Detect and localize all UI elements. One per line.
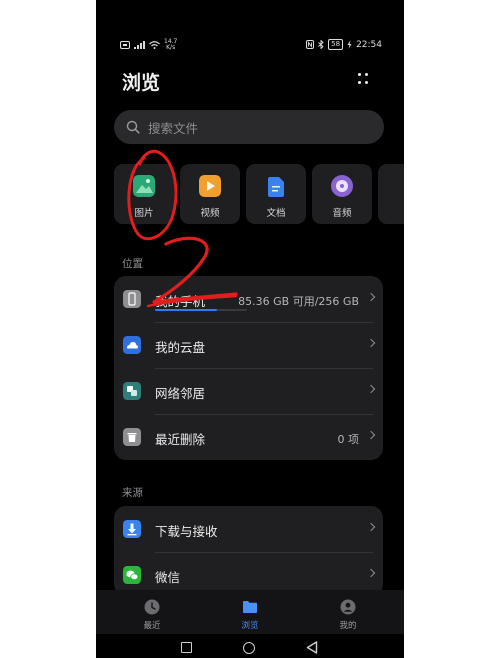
- sources-section-title: 来源: [122, 487, 143, 499]
- location-recently-deleted[interactable]: 最近删除 0 项: [114, 414, 383, 460]
- deleted-count: 0 项: [337, 433, 360, 446]
- locations-section-title: 位置: [122, 258, 143, 270]
- chevron-right-icon: [366, 430, 376, 440]
- nfc-icon: [306, 40, 315, 49]
- location-network-neighbors[interactable]: 网络邻居: [114, 368, 383, 414]
- clock-time: 22:54: [356, 39, 382, 50]
- tab-recent-label: 最近: [143, 621, 161, 631]
- category-audio[interactable]: 音频: [312, 164, 372, 224]
- category-audio-label: 音频: [332, 208, 352, 219]
- back-button[interactable]: [306, 641, 318, 654]
- chevron-right-icon: [366, 338, 376, 348]
- bluetooth-icon: [318, 40, 324, 49]
- search-placeholder: 搜索文件: [148, 120, 199, 136]
- storage-progress-fill: [155, 309, 217, 311]
- source-wechat-label: 微信: [155, 570, 181, 585]
- video-icon: [199, 175, 221, 197]
- storage-value: 85.36 GB 可用/256 GB: [238, 295, 359, 308]
- tab-recent[interactable]: 最近: [112, 590, 192, 634]
- category-videos[interactable]: 视频: [180, 164, 240, 224]
- network-icon: [123, 382, 141, 400]
- status-bar: 14.7 K/s 58 22:54: [96, 38, 404, 54]
- source-downloads-label: 下载与接收: [155, 524, 218, 539]
- battery-level: 58: [328, 39, 344, 50]
- category-images[interactable]: 图片: [114, 164, 174, 224]
- sources-card: 下载与接收 微信: [114, 506, 383, 596]
- network-speed: 14.7 K/s: [164, 39, 177, 51]
- location-my-cloud[interactable]: 我的云盘: [114, 322, 383, 368]
- chevron-right-icon: [366, 522, 376, 532]
- download-icon: [123, 520, 141, 538]
- tab-browse-label: 浏览: [241, 621, 259, 631]
- charging-icon: [347, 40, 352, 49]
- location-recently-deleted-label: 最近删除: [155, 432, 206, 447]
- category-videos-label: 视频: [200, 208, 220, 219]
- category-images-label: 图片: [134, 208, 154, 219]
- network-speed-unit: K/s: [166, 44, 176, 51]
- category-row: 图片 视频 文档 音频: [114, 164, 404, 224]
- more-options-icon[interactable]: [356, 71, 370, 87]
- chevron-right-icon: [366, 384, 376, 394]
- chevron-right-icon: [366, 292, 376, 302]
- image-icon: [133, 175, 155, 197]
- cloud-icon: [123, 336, 141, 354]
- source-downloads[interactable]: 下载与接收: [114, 506, 383, 552]
- folder-icon: [243, 601, 257, 613]
- recent-apps-button[interactable]: [181, 642, 192, 653]
- location-my-phone[interactable]: 我的手机 85.36 GB 可用/256 GB: [114, 276, 383, 322]
- system-navigation-bar: [96, 636, 404, 658]
- location-my-cloud-label: 我的云盘: [155, 340, 206, 355]
- storage-progress-bar: [155, 309, 247, 311]
- phone-screen: 14.7 K/s 58 22:54 浏览 搜索文件 图片 视频 文档 音频 位置…: [96, 0, 404, 658]
- category-documents[interactable]: 文档: [246, 164, 306, 224]
- signal-icon: [134, 41, 145, 49]
- location-network-neighbors-label: 网络邻居: [155, 386, 206, 401]
- category-more-partial[interactable]: [378, 164, 404, 224]
- clock-icon: [144, 599, 160, 615]
- nfc-hd-icon: [120, 41, 130, 49]
- bottom-tab-bar: 最近 浏览 我的: [96, 590, 404, 634]
- document-icon: [268, 177, 284, 197]
- profile-icon: [340, 599, 356, 615]
- status-left: 14.7 K/s: [120, 39, 177, 51]
- wechat-icon: [123, 566, 141, 584]
- tab-mine-label: 我的: [339, 621, 357, 631]
- status-right: 58 22:54: [306, 39, 382, 50]
- category-documents-label: 文档: [266, 208, 286, 219]
- audio-icon: [331, 175, 353, 197]
- location-my-phone-label: 我的手机: [155, 294, 206, 309]
- trash-icon: [123, 428, 141, 446]
- search-icon: [126, 120, 140, 134]
- phone-icon: [123, 290, 141, 308]
- page-title: 浏览: [122, 72, 161, 94]
- locations-card: 我的手机 85.36 GB 可用/256 GB 我的云盘 网络邻居 最近删除 0…: [114, 276, 383, 460]
- home-button[interactable]: [243, 642, 255, 654]
- wifi-icon: [149, 41, 160, 49]
- tab-browse[interactable]: 浏览: [210, 590, 290, 634]
- chevron-right-icon: [366, 568, 376, 578]
- tab-mine[interactable]: 我的: [308, 590, 388, 634]
- search-input[interactable]: 搜索文件: [114, 110, 384, 144]
